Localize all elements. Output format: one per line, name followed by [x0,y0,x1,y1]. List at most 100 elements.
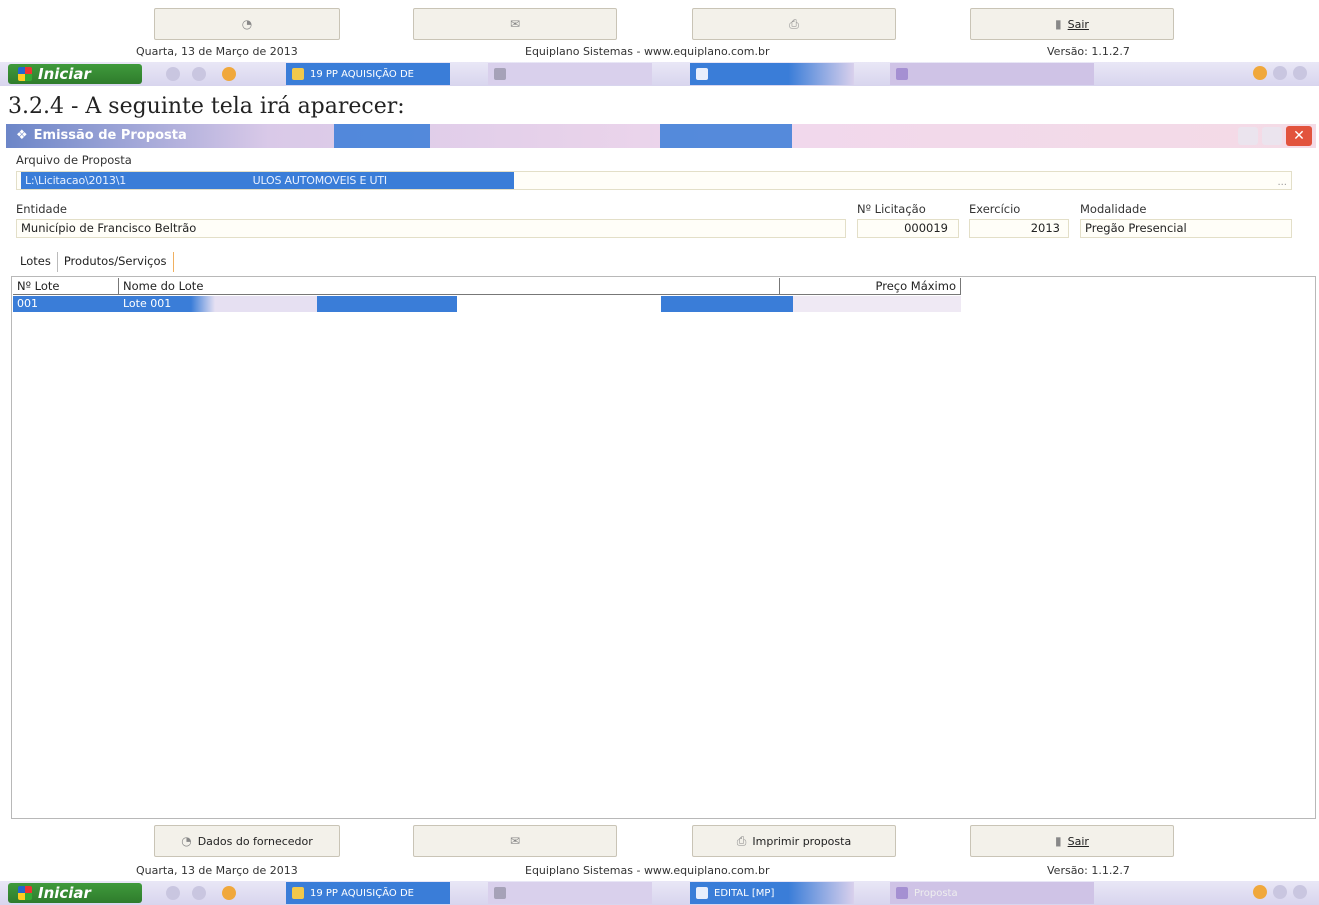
mail-icon: ✉ [509,17,521,31]
minimize-button[interactable] [1238,127,1258,145]
print-icon: ⎙ [789,16,799,31]
cell-preco [793,296,961,312]
quicklaunch-app-icon[interactable] [222,67,236,81]
tab-produtos-servicos[interactable]: Produtos/Serviços [58,252,174,272]
mail-icon: ✉ [509,834,521,848]
tray-network-icon[interactable] [1273,885,1287,899]
email-button[interactable]: ✉ [413,825,617,857]
quicklaunch-ie-icon[interactable] [166,67,180,81]
quicklaunch-media-icon[interactable] [192,886,206,900]
start-button[interactable]: Iniciar [8,883,142,903]
status-version: Versão: 1.1.2.7 [1047,864,1130,877]
system-tray [1253,66,1307,80]
arquivo-path-selected: L:\Licitacao\2013\1 ULOS AUTOMOVEIS E UT… [21,172,515,189]
document-icon [696,887,708,899]
window-icon [494,887,506,899]
taskbar-item-label: 19 PP AQUISIÇÃO DE [310,887,414,899]
app-icon [896,887,908,899]
entidade-field[interactable]: Município de Francisco Beltrão [16,219,846,238]
window-icon [494,68,506,80]
taskbar-item-label: Proposta [914,887,958,899]
taskbar: Iniciar 19 PP AQUISIÇÃO DE [0,62,1319,86]
status-company: Equiplano Sistemas - www.equiplano.com.b… [525,45,770,58]
app-icon [896,68,908,80]
user-icon: ◔ [181,834,192,848]
taskbar-item-proposta[interactable] [890,63,1094,85]
tray-icon[interactable] [1253,66,1267,80]
cell-numero: 001 [13,296,119,312]
quicklaunch-app-icon[interactable] [222,886,236,900]
start-label: Iniciar [38,884,91,902]
exercicio-field[interactable]: 2013 [969,219,1069,238]
status-date: Quarta, 13 de Março de 2013 [136,45,298,58]
taskbar: Iniciar 19 PP AQUISIÇÃO DE EDITAL [MP] P… [0,881,1319,905]
taskbar-item-blank[interactable] [488,63,652,85]
window-titlebar[interactable]: ❖ Emissão de Proposta ✕ [6,124,1316,148]
row-selection-fragment [661,296,793,312]
print-icon: ⎙ [736,833,747,848]
dados-fornecedor-button[interactable]: ◔ Dados do fornecedor [154,825,340,857]
section-heading: 3.2.4 - A seguinte tela irá aparecer: [8,94,405,119]
taskbar-item-proposta[interactable]: Proposta [890,882,1094,904]
taskbar-item-blank[interactable] [488,882,652,904]
titlebar-artifact [660,124,792,148]
folder-icon [292,68,304,80]
modalidade-label: Modalidade [1080,202,1147,216]
window-title: ❖ Emissão de Proposta [16,128,187,143]
app-icon: ❖ [16,128,28,143]
col-header-preco[interactable]: Preço Máximo [780,278,961,295]
tab-bar: Lotes Produtos/Serviços [14,252,174,272]
exercicio-label: Exercício [969,202,1021,216]
windows-flag-icon [18,886,32,900]
user-icon: ◔ [241,17,253,31]
entidade-label: Entidade [16,202,67,216]
window-title-text: Emissão de Proposta [33,128,187,143]
licitacao-field[interactable]: 000019 [857,219,959,238]
quicklaunch-ie-icon[interactable] [166,886,180,900]
bottom-button-strip: ◔ Dados do fornecedor ✉ ⎙ Imprimir propo… [0,821,1319,857]
status-version: Versão: 1.1.2.7 [1047,45,1130,58]
titlebar-artifact [334,124,430,148]
folder-icon [292,887,304,899]
tray-volume-icon[interactable] [1293,885,1307,899]
start-button[interactable]: Iniciar [8,64,142,84]
exit-icon: ▮ [1055,17,1062,31]
arquivo-field[interactable]: L:\Licitacao\2013\1 ULOS AUTOMOVEIS E UT… [16,171,1292,190]
taskbar-item-label: EDITAL [MP] [714,887,775,899]
taskbar-item-aquisicao[interactable]: 19 PP AQUISIÇÃO DE [286,63,450,85]
lotes-grid[interactable]: Nº Lote Nome do Lote Preço Máximo 001 Lo… [11,276,1316,819]
status-line: Quarta, 13 de Março de 2013 Equiplano Si… [0,862,1319,880]
taskbar-item-label: 19 PP AQUISIÇÃO DE [310,68,414,80]
status-date: Quarta, 13 de Março de 2013 [136,864,298,877]
taskbar-item-aquisicao[interactable]: 19 PP AQUISIÇÃO DE [286,882,450,904]
imprimir-proposta-button[interactable]: ⎙ Imprimir proposta [692,825,896,857]
top-button-strip: ◔ ✉ ⎙ ▮ Sair [0,4,1319,40]
tab-lotes[interactable]: Lotes [14,252,58,272]
dados-fornecedor-label: Dados do fornecedor [197,834,313,848]
tray-icon[interactable] [1253,885,1267,899]
close-button[interactable]: ✕ [1286,126,1312,146]
arquivo-path-mid: ULOS AUTOMOVEIS E UTI [252,174,387,187]
tray-volume-icon[interactable] [1293,66,1307,80]
start-label: Iniciar [38,65,91,83]
sair-label: Sair [1067,834,1089,848]
status-line: Quarta, 13 de Março de 2013 Equiplano Si… [0,43,1319,61]
arquivo-path-prefix: L:\Licitacao\2013\1 [25,174,127,187]
modalidade-field[interactable]: Pregão Presencial [1080,219,1292,238]
email-button[interactable]: ✉ [413,8,617,40]
maximize-button[interactable] [1262,127,1282,145]
windows-flag-icon [18,67,32,81]
taskbar-item-edital[interactable] [690,63,854,85]
sair-button[interactable]: ▮ Sair [970,8,1174,40]
taskbar-item-edital[interactable]: EDITAL [MP] [690,882,854,904]
browse-button[interactable]: ... [1277,174,1287,191]
col-header-numero[interactable]: Nº Lote [13,278,119,295]
col-header-nome[interactable]: Nome do Lote [119,278,780,295]
tray-network-icon[interactable] [1273,66,1287,80]
quicklaunch-media-icon[interactable] [192,67,206,81]
imprimir-button[interactable]: ⎙ [692,8,896,40]
document-icon [696,68,708,80]
sair-button[interactable]: ▮ Sair [970,825,1174,857]
imprimir-label: Imprimir proposta [752,834,852,848]
dados-fornecedor-button[interactable]: ◔ [154,8,340,40]
